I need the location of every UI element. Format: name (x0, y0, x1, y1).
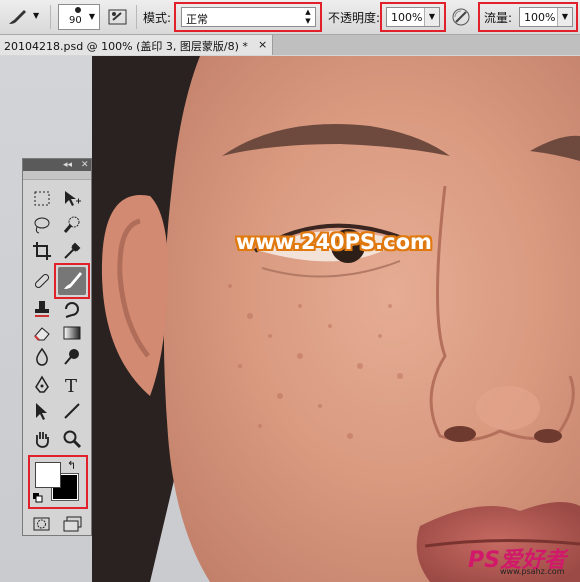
blur-tool-icon[interactable] (28, 345, 56, 369)
quick-mask-icon[interactable] (28, 513, 56, 537)
separator (136, 5, 137, 29)
hand-tool-icon[interactable] (28, 427, 56, 451)
healing-brush-tool-icon[interactable] (28, 269, 56, 293)
tool-preset-dropdown-icon[interactable]: ▼ (33, 11, 39, 20)
close-tab-icon[interactable]: × (258, 38, 267, 51)
lasso-tool-icon[interactable] (28, 213, 56, 237)
eyedropper-tool-icon[interactable] (58, 239, 86, 263)
tools-panel-header[interactable]: ◂◂ ✕ (23, 159, 91, 171)
zoom-tool-icon[interactable] (58, 427, 86, 451)
line-tool-icon[interactable] (58, 399, 86, 423)
separator (50, 5, 51, 29)
type-tool-icon[interactable]: T (58, 373, 86, 397)
pressure-opacity-icon[interactable] (450, 6, 472, 28)
close-panel-icon[interactable]: ✕ (81, 159, 89, 171)
logo-url: www.psahz.com (500, 567, 565, 576)
path-selection-tool-icon[interactable] (28, 399, 56, 423)
document-tab[interactable]: 20104218.psd @ 100% (盖印 3, 图层蒙版/8) * × (0, 35, 273, 55)
screen-mode-icon[interactable] (58, 513, 86, 537)
brush-tool-highlight (54, 263, 90, 299)
tools-panel-grip[interactable] (23, 171, 91, 180)
psahz-logo: PS爱好者 www.psahz.com (468, 542, 576, 578)
pen-tool-icon[interactable] (28, 373, 56, 397)
brush-size-value: 90 (69, 15, 82, 26)
watermark-text: www.240PS.com (236, 230, 432, 254)
brush-tool-icon[interactable] (6, 8, 30, 26)
document-title: 20104218.psd @ 100% (盖印 3, 图层蒙版/8) * (4, 40, 248, 53)
crop-tool-icon[interactable] (28, 239, 56, 263)
mode-label: 模式: (143, 11, 172, 25)
options-bar: ▼ 90 ▼ 模式: 正常 ▲ ▼ 不透明度: 100% ▼ 流量: 100% ▼ (0, 0, 580, 35)
brush-preset-arrow-icon[interactable]: ▼ (86, 4, 98, 30)
move-tool-icon[interactable] (58, 187, 86, 211)
dodge-tool-icon[interactable] (58, 345, 86, 369)
clone-stamp-tool-icon[interactable] (28, 297, 56, 321)
svg-text:T: T (65, 376, 77, 395)
eraser-tool-icon[interactable] (28, 321, 56, 345)
history-brush-tool-icon[interactable] (58, 297, 86, 321)
swap-colors-icon[interactable]: ↰ (67, 459, 76, 472)
brush-tip-icon (75, 7, 81, 13)
quick-selection-tool-icon[interactable] (58, 213, 86, 237)
default-colors-icon[interactable] (33, 492, 43, 503)
flow-highlight (478, 2, 578, 32)
document-tab-bar: 20104218.psd @ 100% (盖印 3, 图层蒙版/8) * × (0, 35, 580, 55)
opacity-highlight (380, 2, 446, 32)
brush-panel-toggle-icon[interactable] (107, 7, 129, 27)
opacity-label: 不透明度: (328, 11, 381, 25)
mode-highlight (174, 2, 322, 32)
collapse-panel-icon[interactable]: ◂◂ (63, 159, 72, 171)
marquee-tool-icon[interactable] (28, 187, 56, 211)
tools-panel: ◂◂ ✕ T ↰ (22, 158, 92, 536)
gradient-tool-icon[interactable] (58, 321, 86, 345)
foreground-color-swatch[interactable] (35, 462, 61, 488)
